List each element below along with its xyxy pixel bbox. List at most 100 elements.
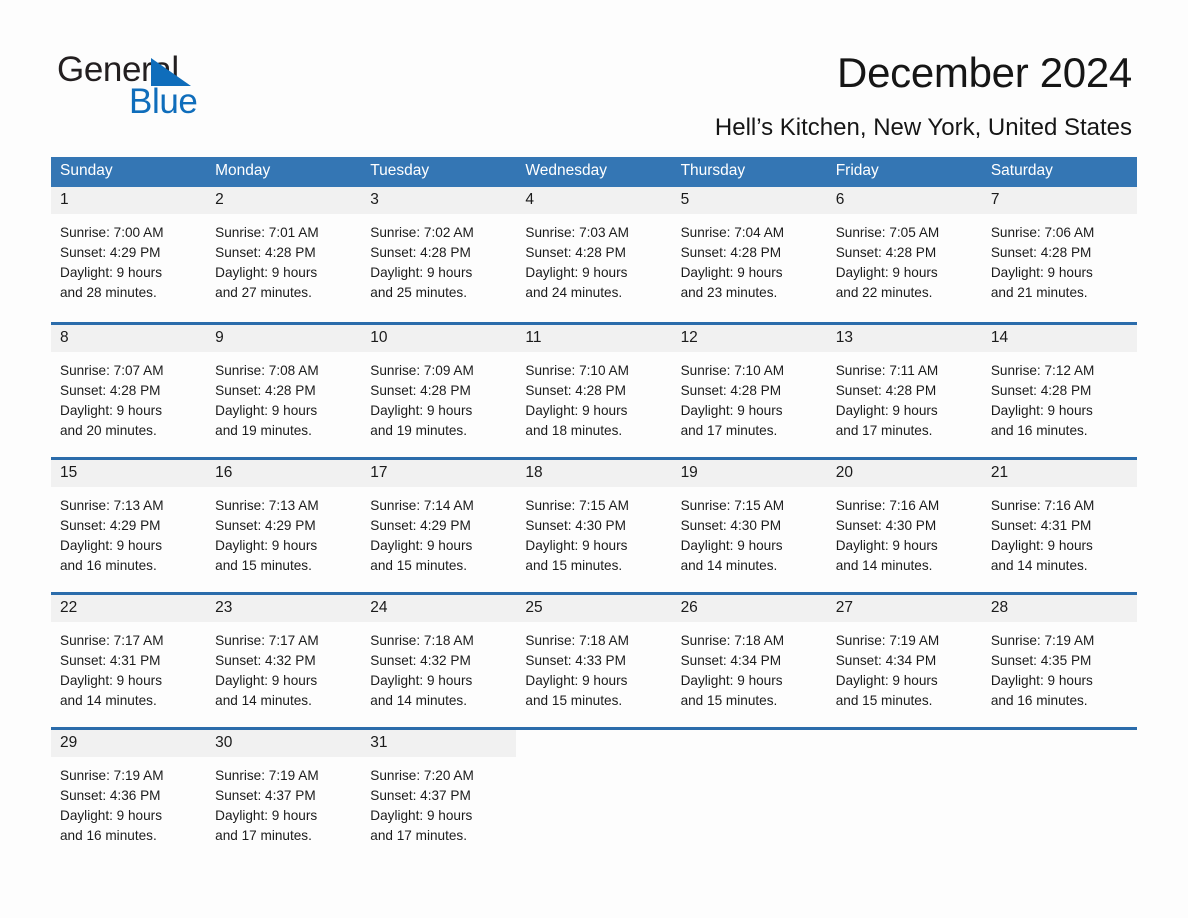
calendar-day-cell[interactable]: 31 Sunrise: 7:20 AM Sunset: 4:37 PM Dayligh… [361, 730, 517, 862]
day-number: 7 [990, 191, 1000, 208]
day-number-band: 12 [671, 325, 827, 352]
day-daylight-line: Daylight: 9 hours [370, 538, 473, 553]
calendar-day-cell[interactable]: 10 Sunrise: 7:09 AM Sunset: 4:28 PM Dayligh… [361, 325, 517, 457]
calendar-day-cell[interactable]: 20 Sunrise: 7:16 AM Sunset: 4:30 PM Dayligh… [826, 460, 982, 592]
calendar-day-cell[interactable]: 21 Sunrise: 7:16 AM Sunset: 4:31 PM Dayligh… [981, 460, 1137, 592]
day-daylight-line: and 15 minutes. [835, 693, 933, 708]
day-number: 29 [60, 734, 78, 751]
calendar-day-cell[interactable]: 28 Sunrise: 7:19 AM Sunset: 4:35 PM Dayligh… [981, 595, 1137, 727]
calendar-day-cell[interactable]: 24 Sunrise: 7:18 AM Sunset: 4:32 PM Dayligh… [361, 595, 517, 727]
day-number-band [516, 730, 671, 757]
day-sunset-line: Sunset: 4:32 PM [370, 653, 471, 668]
day-number: 20 [835, 464, 853, 481]
day-daylight-line: Daylight: 9 hours [990, 265, 1093, 280]
day-details: Sunrise: 7:19 AM Sunset: 4:36 PM Daylight:… [51, 757, 206, 846]
calendar-day-cell[interactable]: 2 Sunrise: 7:01 AM Sunset: 4:28 PM Daylight… [206, 187, 362, 322]
weekday-header-sunday: Sunday [60, 162, 113, 179]
day-daylight-line: Daylight: 9 hours [525, 538, 628, 553]
calendar-day-cell[interactable]: 29 Sunrise: 7:19 AM Sunset: 4:36 PM Dayligh… [51, 730, 207, 862]
day-number [982, 730, 1137, 735]
day-number: 11 [525, 329, 542, 346]
day-details: Sunrise: 7:12 AM Sunset: 4:28 PM Daylight:… [982, 352, 1137, 441]
day-number-band: 30 [206, 730, 362, 757]
calendar-day-cell[interactable]: 5 Sunrise: 7:04 AM Sunset: 4:28 PM Daylight… [671, 187, 827, 322]
calendar-day-cell[interactable]: 13 Sunrise: 7:11 AM Sunset: 4:28 PM Dayligh… [826, 325, 982, 457]
day-sunset-line: Sunset: 4:28 PM [990, 383, 1092, 398]
day-details [516, 757, 671, 766]
day-daylight-line: Daylight: 9 hours [525, 673, 628, 688]
day-daylight-line: and 15 minutes. [680, 693, 778, 708]
calendar-day-cell[interactable]: 25 Sunrise: 7:18 AM Sunset: 4:33 PM Dayligh… [516, 595, 672, 727]
day-sunrise-line: Sunrise: 7:10 AM [525, 363, 629, 378]
calendar-day-cell[interactable]: 9 Sunrise: 7:08 AM Sunset: 4:28 PM Daylight… [206, 325, 362, 457]
calendar-day-cell[interactable]: 30 Sunrise: 7:19 AM Sunset: 4:37 PM Dayligh… [206, 730, 362, 862]
day-daylight-line: Daylight: 9 hours [680, 673, 783, 688]
calendar-day-cell[interactable]: 17 Sunrise: 7:14 AM Sunset: 4:29 PM Dayligh… [361, 460, 517, 592]
calendar-day-cell[interactable]: 22 Sunrise: 7:17 AM Sunset: 4:31 PM Dayligh… [51, 595, 207, 727]
calendar-day-cell[interactable]: 26 Sunrise: 7:18 AM Sunset: 4:34 PM Dayligh… [671, 595, 827, 727]
day-daylight-line: Daylight: 9 hours [370, 808, 473, 823]
day-number-band: 13 [826, 325, 982, 352]
day-daylight-line: and 18 minutes. [525, 423, 623, 438]
calendar-week-row: 22 Sunrise: 7:17 AM Sunset: 4:31 PM Dayligh… [51, 592, 1137, 727]
calendar-week-row: 15 Sunrise: 7:13 AM Sunset: 4:29 PM Dayligh… [51, 457, 1137, 592]
calendar-day-cell[interactable]: 15 Sunrise: 7:13 AM Sunset: 4:29 PM Dayligh… [51, 460, 207, 592]
day-daylight-line: and 19 minutes. [370, 423, 468, 438]
day-sunset-line: Sunset: 4:28 PM [990, 245, 1092, 260]
calendar-day-cell[interactable]: 27 Sunrise: 7:19 AM Sunset: 4:34 PM Dayligh… [826, 595, 982, 727]
day-details: Sunrise: 7:20 AM Sunset: 4:37 PM Daylight:… [361, 757, 516, 846]
calendar-day-cell[interactable]: 6 Sunrise: 7:05 AM Sunset: 4:28 PM Daylight… [826, 187, 982, 322]
day-sunset-line: Sunset: 4:32 PM [215, 653, 316, 668]
calendar-day-cell[interactable]: 1 Sunrise: 7:00 AM Sunset: 4:29 PM Daylight… [51, 187, 207, 322]
generalblue-logo[interactable]: General Blue [57, 52, 267, 119]
day-sunrise-line: Sunrise: 7:04 AM [680, 225, 785, 240]
calendar-day-cell[interactable]: 18 Sunrise: 7:15 AM Sunset: 4:30 PM Dayligh… [516, 460, 672, 592]
day-number-band: 4 [516, 187, 672, 214]
calendar-day-cell[interactable]: 14 Sunrise: 7:12 AM Sunset: 4:28 PM Dayligh… [981, 325, 1137, 457]
day-sunrise-line: Sunrise: 7:01 AM [215, 225, 319, 240]
day-number: 2 [215, 191, 224, 208]
day-number-band: 7 [981, 187, 1137, 214]
day-number-band: 9 [206, 325, 362, 352]
day-number-band: 26 [671, 595, 827, 622]
calendar-day-cell[interactable]: 4 Sunrise: 7:03 AM Sunset: 4:28 PM Daylight… [516, 187, 672, 322]
calendar-day-cell[interactable]: 8 Sunrise: 7:07 AM Sunset: 4:28 PM Daylight… [51, 325, 207, 457]
day-number: 14 [990, 329, 1009, 346]
day-number [827, 730, 982, 735]
calendar-day-cell[interactable]: 23 Sunrise: 7:17 AM Sunset: 4:32 PM Dayligh… [206, 595, 362, 727]
day-daylight-line: and 14 minutes. [835, 558, 933, 573]
day-details: Sunrise: 7:15 AM Sunset: 4:30 PM Daylight:… [672, 487, 827, 576]
calendar-day-cell[interactable]: 3 Sunrise: 7:02 AM Sunset: 4:28 PM Daylight… [361, 187, 517, 322]
weekday-header-row: Sunday Monday Tuesday Wednesday Thursday… [51, 157, 1137, 187]
day-sunset-line: Sunset: 4:28 PM [680, 245, 782, 260]
day-sunset-line: Sunset: 4:29 PM [60, 245, 161, 260]
day-daylight-line: Daylight: 9 hours [525, 265, 628, 280]
calendar-day-cell[interactable]: 12 Sunrise: 7:10 AM Sunset: 4:28 PM Dayligh… [671, 325, 827, 457]
day-number-band: 27 [826, 595, 982, 622]
day-daylight-line: and 14 minutes. [60, 693, 157, 708]
day-sunset-line: Sunset: 4:28 PM [60, 383, 161, 398]
day-sunrise-line: Sunrise: 7:15 AM [680, 498, 785, 513]
day-sunset-line: Sunset: 4:29 PM [370, 518, 471, 533]
day-details: Sunrise: 7:15 AM Sunset: 4:30 PM Daylight:… [516, 487, 671, 576]
day-sunrise-line: Sunrise: 7:06 AM [990, 225, 1095, 240]
calendar-day-cell[interactable]: 16 Sunrise: 7:13 AM Sunset: 4:29 PM Dayligh… [206, 460, 362, 592]
day-sunrise-line: Sunrise: 7:18 AM [680, 633, 785, 648]
day-daylight-line: and 28 minutes. [60, 285, 157, 300]
calendar-day-cell[interactable]: 19 Sunrise: 7:15 AM Sunset: 4:30 PM Dayligh… [671, 460, 827, 592]
page-header: General Blue December 2024 Hell’s Kitche… [0, 0, 1188, 141]
day-number-band [672, 730, 827, 757]
day-daylight-line: and 16 minutes. [60, 558, 157, 573]
day-daylight-line: and 24 minutes. [525, 285, 623, 300]
day-number: 30 [215, 734, 233, 751]
calendar-day-cell[interactable]: 11 Sunrise: 7:10 AM Sunset: 4:28 PM Dayligh… [516, 325, 672, 457]
day-number: 1 [60, 191, 69, 208]
day-number: 19 [680, 464, 698, 481]
day-daylight-line: Daylight: 9 hours [990, 403, 1093, 418]
day-number-band [827, 730, 982, 757]
calendar-day-cell[interactable]: 7 Sunrise: 7:06 AM Sunset: 4:28 PM Daylight… [981, 187, 1137, 322]
day-number-band: 19 [671, 460, 827, 487]
day-daylight-line: and 25 minutes. [370, 285, 468, 300]
day-sunrise-line: Sunrise: 7:11 AM [835, 363, 939, 378]
day-daylight-line: and 14 minutes. [215, 693, 312, 708]
